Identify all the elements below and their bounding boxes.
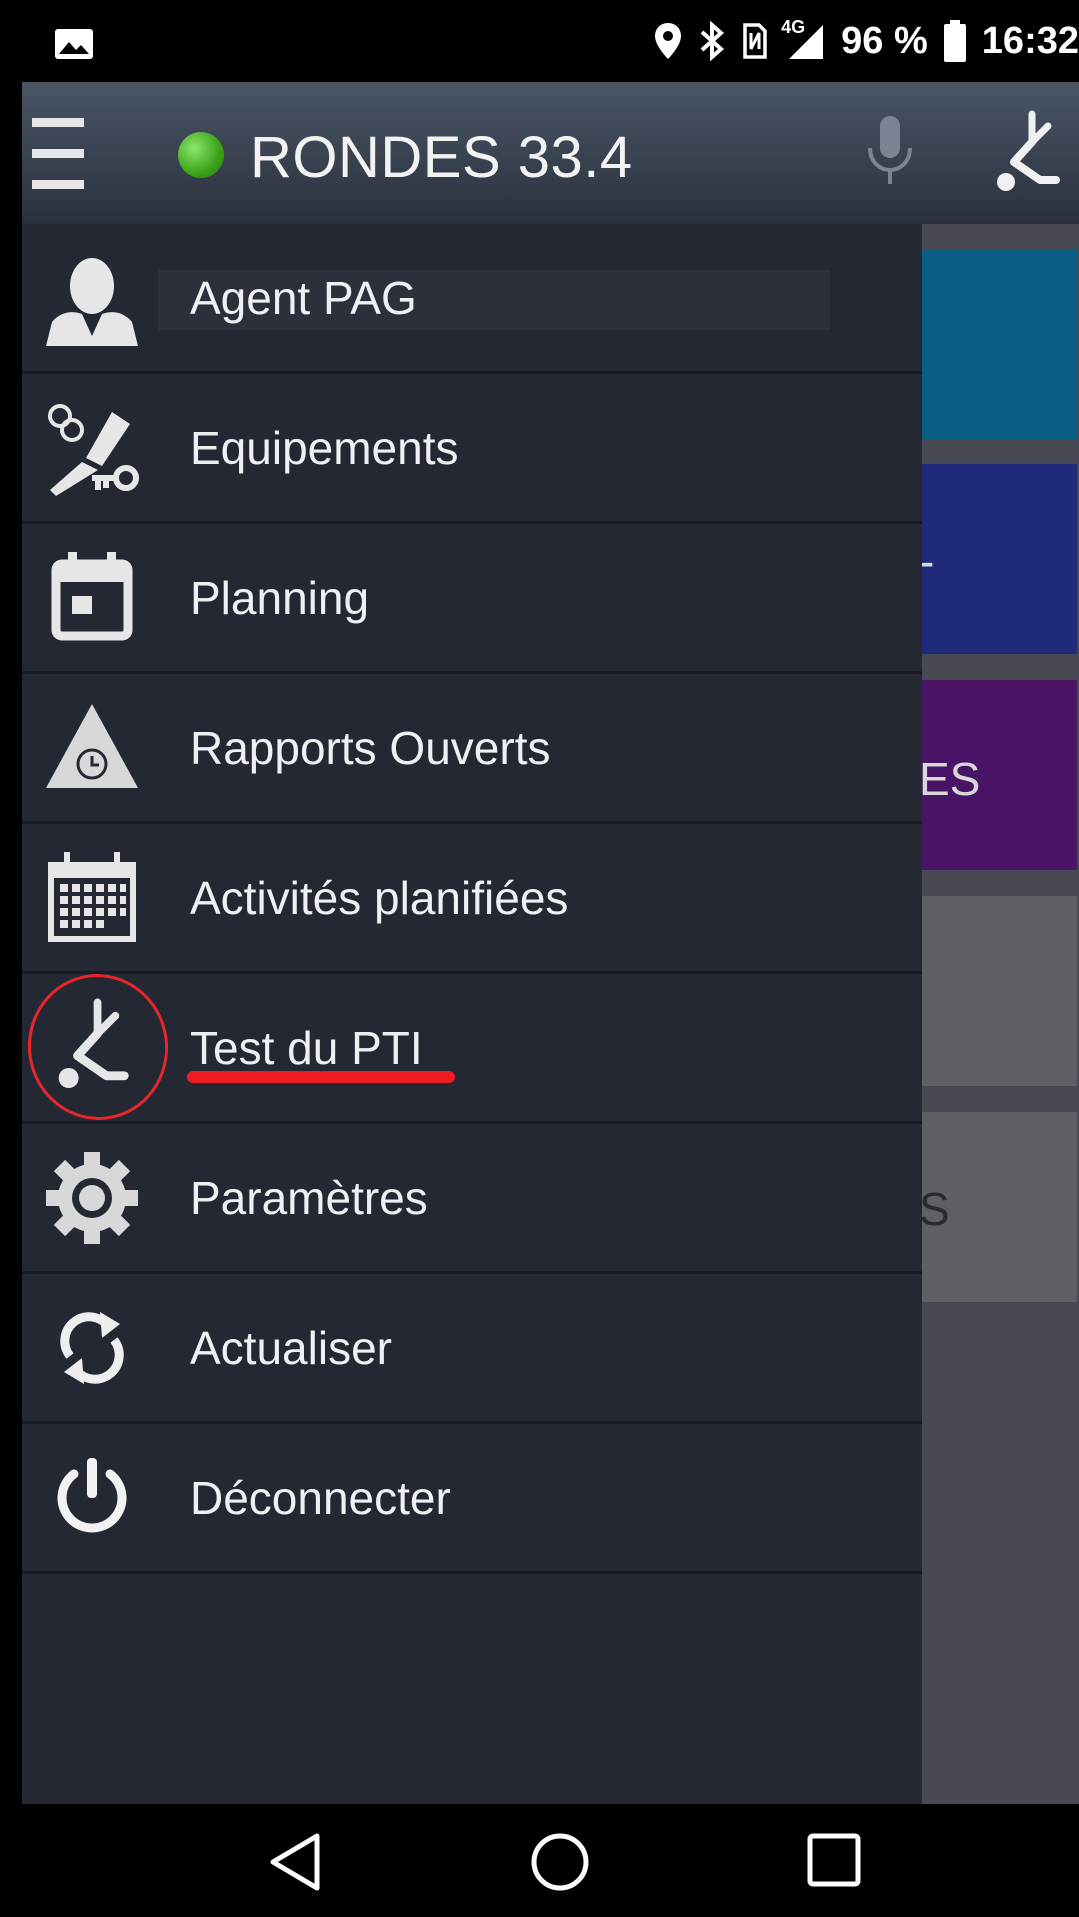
dashboard-tile: ES (919, 680, 1077, 870)
dashboard-tile (919, 896, 1077, 1086)
clock: 16:32 (981, 19, 1079, 62)
status-bar: 4G 96 % 16:32 (22, 0, 1079, 82)
drawer-item-activites-planifiees[interactable]: Activités planifiées (22, 824, 922, 974)
recents-button[interactable] (806, 1832, 862, 1893)
calendar-grid-icon (42, 848, 142, 948)
gear-icon (42, 1148, 142, 1248)
refresh-icon (42, 1298, 142, 1398)
drawer-item-label: Planning (190, 571, 370, 624)
home-button[interactable] (530, 1832, 590, 1897)
dashboard-tile: - (919, 464, 1077, 654)
drawer-item-actualiser[interactable]: Actualiser (22, 1274, 922, 1424)
image-notification-icon (54, 28, 94, 65)
drawer-item-agent[interactable]: Agent PAG (22, 224, 922, 374)
drawer-item-label: Agent PAG (190, 271, 417, 324)
report-warning-icon (42, 698, 142, 798)
network-type-label: 4G (781, 17, 806, 37)
connection-status-indicator (178, 132, 224, 178)
annotation-underline (187, 1071, 455, 1083)
tile-text: ES (919, 753, 981, 805)
signal-4g-icon: 4G (781, 17, 825, 61)
man-down-icon[interactable] (992, 110, 1062, 205)
app-title: RONDES 33.4 (250, 125, 633, 190)
back-button[interactable] (267, 1832, 323, 1897)
nfc-icon (741, 21, 769, 61)
bluetooth-icon (699, 21, 725, 61)
drawer-item-equipements[interactable]: Equipements (22, 374, 922, 524)
agent-icon (42, 248, 142, 348)
battery-percent: 96 % (841, 19, 928, 62)
microphone-icon[interactable] (862, 112, 918, 197)
main-content-behind-drawer: - ES S (917, 224, 1079, 1804)
menu-icon[interactable] (32, 118, 84, 190)
drawer-item-deconnecter[interactable]: Déconnecter (22, 1424, 922, 1574)
drawer-item-label: Rapports Ouverts (190, 721, 551, 774)
equipment-icon (42, 398, 142, 498)
drawer-item-label: Equipements (190, 421, 459, 474)
system-navigation-bar (22, 1804, 1079, 1917)
drawer-item-label: Paramètres (190, 1171, 428, 1224)
power-icon (42, 1448, 142, 1548)
drawer-item-label: Actualiser (190, 1321, 392, 1374)
battery-icon (943, 20, 966, 62)
dashboard-tile (919, 250, 1077, 440)
android-screen: 4G 96 % 16:32 RONDES 33.4 - ES S Agent P… (22, 0, 1079, 1917)
drawer-item-parametres[interactable]: Paramètres (22, 1124, 922, 1274)
drawer-item-label: Déconnecter (190, 1471, 451, 1524)
location-icon (653, 21, 683, 61)
calendar-icon (42, 548, 142, 648)
drawer-item-planning[interactable]: Planning (22, 524, 922, 674)
dashboard-tile: S (919, 1112, 1077, 1302)
tile-text: S (919, 1183, 950, 1235)
drawer-item-label: Test du PTI (190, 1021, 423, 1074)
drawer-item-label: Activités planifiées (190, 871, 569, 924)
drawer-item-rapports-ouverts[interactable]: Rapports Ouverts (22, 674, 922, 824)
